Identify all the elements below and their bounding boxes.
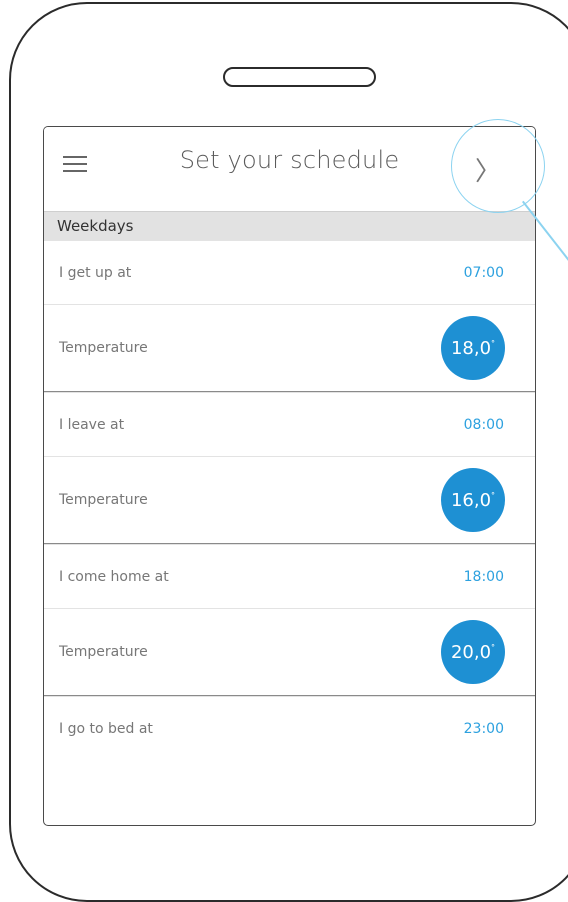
degree-sign: ° (491, 338, 496, 348)
row-label: Temperature (59, 340, 148, 356)
section-header-weekdays: Weekdays (44, 211, 535, 240)
temperature-row-wake[interactable]: Temperature 18,0 ° (44, 304, 535, 392)
schedule-row-home[interactable]: I come home at 18:00 (44, 544, 535, 608)
row-label: I go to bed at (59, 720, 153, 737)
row-label: I get up at (59, 264, 132, 281)
temperature-row-leave[interactable]: Temperature 16,0 ° (44, 456, 535, 544)
schedule-row-leave[interactable]: I leave at 08:00 (44, 392, 535, 456)
speaker-grille (223, 67, 376, 87)
degree-sign: ° (491, 642, 496, 652)
temperature-value: 20,0 (450, 641, 492, 663)
app-header: Set your schedule 〉 (44, 127, 535, 211)
page-title: Set your schedule (179, 146, 400, 174)
temperature-bubble[interactable]: 18,0 ° (441, 316, 505, 380)
time-value[interactable]: 18:00 (464, 569, 504, 585)
schedule-row-bed[interactable]: I go to bed at 23:00 (44, 696, 535, 760)
temperature-bubble[interactable]: 16,0 ° (441, 468, 505, 532)
chevron-right-icon[interactable]: 〉 (475, 151, 501, 188)
row-label: I leave at (59, 416, 125, 433)
row-label: Temperature (59, 492, 148, 508)
schedule-row-wake[interactable]: I get up at 07:00 (44, 240, 535, 304)
temperature-value: 18,0 (450, 337, 492, 359)
row-label: I come home at (59, 568, 169, 585)
row-label: Temperature (59, 644, 148, 660)
time-value[interactable]: 08:00 (464, 417, 504, 433)
temperature-bubble[interactable]: 20,0 ° (441, 620, 505, 684)
temperature-row-home[interactable]: Temperature 20,0 ° (44, 608, 535, 696)
degree-sign: ° (491, 490, 496, 500)
time-value[interactable]: 07:00 (464, 265, 504, 281)
temperature-value: 16,0 (450, 489, 492, 511)
time-value[interactable]: 23:00 (464, 721, 504, 737)
app-screen: Set your schedule 〉 Weekdays I get up at… (43, 126, 536, 826)
